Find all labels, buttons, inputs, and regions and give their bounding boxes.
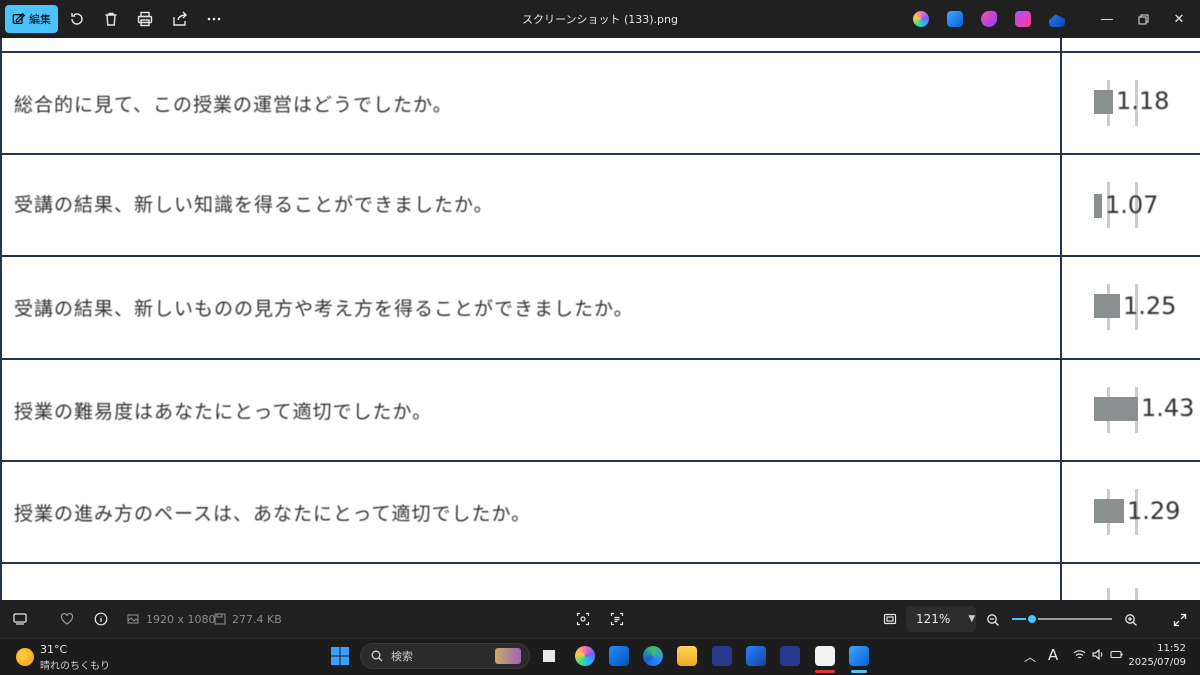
survey-row: 受講の結果、新しいものの見方や考え方を得ることができましたか。 1.25 <box>0 256 1200 358</box>
chevron-down-icon: ▼ <box>968 614 976 624</box>
photos-taskbar-icon[interactable] <box>849 646 869 666</box>
minimize-icon[interactable]: — <box>1096 8 1118 30</box>
clock-time[interactable]: 11:52 <box>1120 643 1186 654</box>
axis-tick <box>1107 588 1110 600</box>
value-label: 1.07 <box>1105 191 1159 219</box>
weather-description[interactable]: 晴れのちくもり <box>40 657 110 672</box>
search-placeholder: 検索 <box>391 650 413 663</box>
file-explorer-icon[interactable] <box>677 646 697 666</box>
save-size-icon <box>212 611 228 627</box>
info-icon[interactable] <box>93 611 109 627</box>
copilot-icon[interactable] <box>913 11 929 27</box>
value-bar <box>1094 194 1102 218</box>
photos-editor-icon[interactable] <box>947 11 963 27</box>
survey-row: 授業の難易度はあなたにとって適切でしたか。 1.43 <box>0 359 1200 460</box>
zoom-slider-thumb[interactable] <box>1026 613 1038 625</box>
zoom-dropdown[interactable]: 121% ▼ <box>906 606 976 632</box>
clipchamp-icon[interactable] <box>1015 11 1031 27</box>
value-label: 1.18 <box>1116 87 1170 115</box>
rotate-icon[interactable] <box>67 9 87 29</box>
file-size: 277.4 KB <box>232 613 282 626</box>
favorite-icon[interactable] <box>59 611 75 627</box>
top-toolbar: 編集 スクリーンショット (133).png — ✕ <box>0 0 1200 38</box>
print-icon[interactable] <box>135 9 155 29</box>
zoom-in-icon[interactable] <box>1123 612 1139 628</box>
edit-button-label: 編集 <box>29 13 51 26</box>
question-text: 受講の結果、新しい知識を得ることができましたか。 <box>14 194 494 216</box>
question-text: 受講の結果、新しいものの見方や考え方を得ることができましたか。 <box>14 298 634 320</box>
task-view-icon[interactable] <box>539 646 559 666</box>
question-text: 総合的に見て、この授業の運営はどうでしたか。 <box>14 94 453 116</box>
wifi-icon[interactable] <box>1073 649 1086 663</box>
webex-icon-2[interactable] <box>780 646 800 666</box>
share-icon[interactable] <box>170 9 190 29</box>
weather-sun-icon[interactable] <box>16 648 34 666</box>
more-options-icon[interactable] <box>204 9 224 29</box>
copilot-taskbar-icon[interactable] <box>575 646 595 666</box>
edit-button[interactable]: 編集 <box>5 5 58 33</box>
zoom-out-icon[interactable] <box>985 612 1001 628</box>
taskbar-search[interactable]: 検索 <box>360 643 530 669</box>
restore-icon[interactable] <box>1132 8 1154 30</box>
survey-row: 総合的に見て、この授業の運営はどうでしたか。 1.18 <box>0 52 1200 153</box>
visual-search-icon[interactable] <box>575 611 591 627</box>
fit-to-window-icon[interactable] <box>882 611 898 627</box>
zoom-level: 121% <box>916 612 951 626</box>
designer-icon[interactable] <box>981 11 997 27</box>
edit-image-icon <box>12 12 26 24</box>
axis-tick <box>1135 588 1138 600</box>
survey-row: 授業の進み方のペースは、あなたにとって適切でしたか。 1.29 <box>0 461 1200 562</box>
clock-date[interactable]: 2025/07/09 <box>1120 657 1186 668</box>
fullscreen-icon[interactable] <box>1172 612 1188 628</box>
question-text: 授業の難易度はあなたにとって適切でしたか。 <box>14 401 433 423</box>
value-bar <box>1094 397 1138 421</box>
value-bar <box>1094 499 1124 523</box>
edge-icon[interactable] <box>643 646 663 666</box>
show-hidden-icons-chevron-icon[interactable]: ︿ <box>1024 648 1036 665</box>
filmstrip-icon[interactable] <box>12 611 28 627</box>
start-windows-icon[interactable] <box>330 646 350 666</box>
image-viewport[interactable]: 総合的に見て、この授業の運営はどうでしたか。 1.18 受講の結果、新しい知識を… <box>0 38 1200 600</box>
volume-icon[interactable] <box>1092 648 1105 663</box>
outlook-icon[interactable] <box>609 646 629 666</box>
value-bar <box>1094 294 1120 318</box>
delete-icon[interactable] <box>101 9 121 29</box>
store-icon[interactable] <box>746 646 766 666</box>
value-label: 1.43 <box>1141 394 1195 422</box>
search-icon <box>371 650 383 662</box>
ime-indicator-icon[interactable]: A <box>1048 646 1058 664</box>
app-launcher-icon[interactable] <box>815 646 835 666</box>
active-app-indicator <box>851 670 867 673</box>
text-recognition-icon[interactable] <box>609 611 625 627</box>
row-divider <box>0 562 1200 564</box>
image-size-icon <box>125 611 141 627</box>
webex-icon-1[interactable] <box>712 646 732 666</box>
running-indicator <box>815 670 835 673</box>
close-icon[interactable]: ✕ <box>1168 8 1190 30</box>
weather-temperature[interactable]: 31°C <box>40 643 67 656</box>
value-label: 1.29 <box>1127 497 1181 525</box>
image-dimensions: 1920 x 1080 <box>146 613 216 626</box>
taskbar <box>0 638 1200 675</box>
search-highlight-icon <box>495 648 521 664</box>
value-bar <box>1094 90 1113 114</box>
survey-row: 受講の結果、新しい知識を得ることができましたか。 1.07 <box>0 154 1200 255</box>
question-text: 授業の進み方のペースは、あなたにとって適切でしたか。 <box>14 503 532 525</box>
value-label: 1.25 <box>1123 292 1177 320</box>
onedrive-off-icon[interactable] <box>1049 14 1065 27</box>
